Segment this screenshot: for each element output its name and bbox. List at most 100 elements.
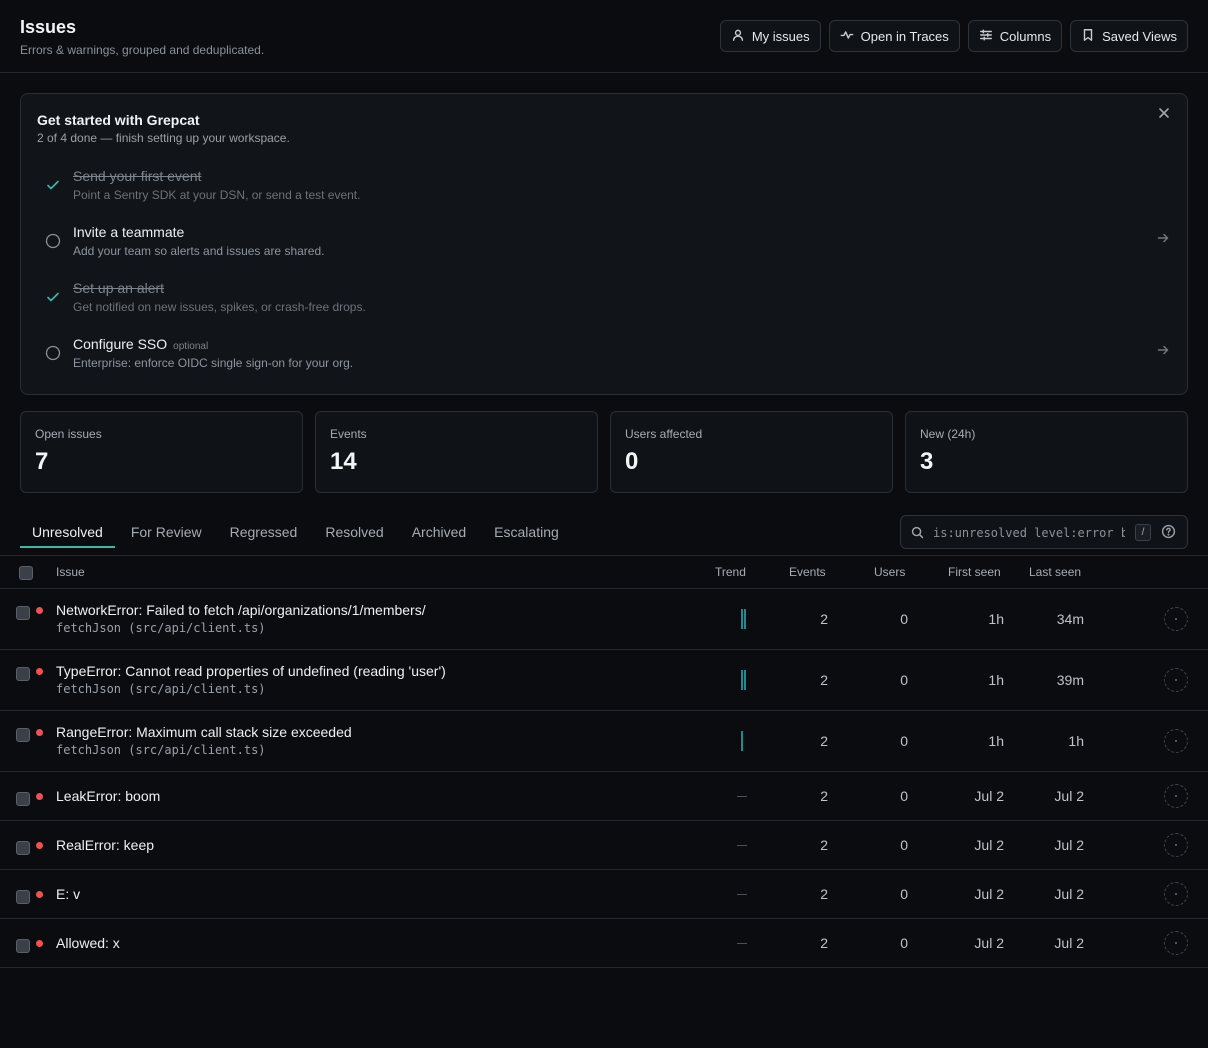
saved-views-button[interactable]: Saved Views — [1070, 20, 1188, 52]
close-onboarding-button[interactable] — [1157, 106, 1175, 124]
columns-label: Columns — [999, 28, 1052, 44]
column-issue[interactable]: Issue — [56, 565, 85, 579]
my-issues-button[interactable]: My issues — [719, 20, 821, 52]
assignee-button[interactable] — [1164, 607, 1188, 631]
stat-label: Users affected — [625, 427, 703, 441]
level-error-dot — [36, 842, 43, 849]
issue-title[interactable]: LeakError: boom — [56, 788, 160, 804]
arrow-right-icon[interactable] — [1157, 344, 1171, 358]
first-seen: 1h — [988, 611, 1004, 627]
issue-tabs: Unresolved For Review Regressed Resolved… — [20, 516, 575, 556]
issue-culprit: fetchJson (src/api/client.ts) — [56, 743, 266, 757]
trend-sparkline — [741, 609, 746, 629]
header-actions: My issues Open in Traces Columns Saved V… — [719, 20, 1188, 52]
table-row[interactable]: RealError: keep 2 0 Jul 2 Jul 2 — [0, 821, 1208, 870]
last-seen: 1h — [1068, 733, 1084, 749]
circle-icon — [45, 345, 61, 361]
stat-users-affected: Users affected 0 — [610, 411, 893, 493]
users-count: 0 — [900, 886, 908, 902]
tab-escalating[interactable]: Escalating — [482, 516, 571, 552]
first-seen: 1h — [988, 672, 1004, 688]
arrow-right-icon[interactable] — [1157, 232, 1171, 246]
tab-regressed[interactable]: Regressed — [218, 516, 310, 552]
trend-bar — [741, 609, 743, 629]
level-error-dot — [36, 729, 43, 736]
table-row[interactable]: RangeError: Maximum call stack size exce… — [0, 711, 1208, 772]
column-events[interactable]: Events — [789, 565, 826, 579]
first-seen: Jul 2 — [974, 788, 1004, 804]
assignee-button[interactable] — [1164, 668, 1188, 692]
saved-views-label: Saved Views — [1102, 28, 1177, 44]
events-count: 2 — [820, 788, 828, 804]
search-input[interactable] — [933, 524, 1125, 542]
select-all-checkbox[interactable] — [19, 566, 33, 580]
check-icon — [45, 177, 61, 193]
trend-bar — [741, 731, 743, 751]
row-checkbox[interactable] — [16, 728, 30, 742]
tab-unresolved[interactable]: Unresolved — [20, 516, 115, 552]
issue-title[interactable]: E: v — [56, 886, 80, 902]
last-seen: Jul 2 — [1054, 837, 1084, 853]
column-trend[interactable]: Trend — [715, 565, 746, 579]
column-users[interactable]: Users — [874, 565, 905, 579]
help-circle-icon[interactable] — [1161, 524, 1177, 540]
onboarding-card: Get started with Grepcat 2 of 4 done — f… — [20, 93, 1188, 395]
onboarding-step-invite-teammate[interactable]: Invite a teammate Add your team so alert… — [37, 224, 1171, 264]
table-row[interactable]: E: v 2 0 Jul 2 Jul 2 — [0, 870, 1208, 919]
columns-button[interactable]: Columns — [967, 20, 1063, 52]
activity-icon — [840, 28, 854, 45]
row-checkbox[interactable] — [16, 890, 30, 904]
tab-resolved[interactable]: Resolved — [313, 516, 395, 552]
issue-title[interactable]: Allowed: x — [56, 935, 120, 951]
row-checkbox[interactable] — [16, 841, 30, 855]
stat-label: New (24h) — [920, 427, 976, 441]
onboarding-step-first-event: Send your first event Point a Sentry SDK… — [37, 168, 1171, 208]
events-count: 2 — [820, 886, 828, 902]
first-seen: 1h — [988, 733, 1004, 749]
open-in-traces-button[interactable]: Open in Traces — [828, 20, 960, 52]
row-checkbox[interactable] — [16, 792, 30, 806]
assignee-button[interactable] — [1164, 784, 1188, 808]
column-first-seen[interactable]: First seen — [948, 565, 1001, 579]
assignee-button[interactable] — [1164, 931, 1188, 955]
issue-title[interactable]: RangeError: Maximum call stack size exce… — [56, 724, 352, 740]
step-title: Invite a teammate — [73, 224, 185, 240]
users-count: 0 — [900, 788, 908, 804]
onboarding-step-alert: Set up an alert Get notified on new issu… — [37, 280, 1171, 320]
last-seen: 39m — [1056, 672, 1084, 688]
assignee-button[interactable] — [1164, 729, 1188, 753]
column-last-seen[interactable]: Last seen — [1029, 565, 1081, 579]
trend-empty — [737, 845, 747, 846]
page-header: Issues Errors & warnings, grouped and de… — [0, 0, 1208, 73]
users-count: 0 — [900, 837, 908, 853]
tab-archived[interactable]: Archived — [400, 516, 478, 552]
sliders-icon — [979, 28, 993, 45]
last-seen: Jul 2 — [1054, 788, 1084, 804]
stat-open-issues: Open issues 7 — [20, 411, 303, 493]
row-checkbox[interactable] — [16, 606, 30, 620]
users-count: 0 — [900, 672, 908, 688]
table-row[interactable]: Allowed: x 2 0 Jul 2 Jul 2 — [0, 919, 1208, 968]
table-row[interactable]: LeakError: boom 2 0 Jul 2 Jul 2 — [0, 772, 1208, 821]
step-title: Set up an alert — [73, 280, 165, 296]
trend-sparkline — [741, 731, 743, 751]
table-row[interactable]: NetworkError: Failed to fetch /api/organ… — [0, 589, 1208, 650]
stat-events: Events 14 — [315, 411, 598, 493]
level-error-dot — [36, 940, 43, 947]
onboarding-step-sso[interactable]: Configure SSO optional Enterprise: enforc… — [37, 336, 1171, 376]
assignee-button[interactable] — [1164, 882, 1188, 906]
row-checkbox[interactable] — [16, 667, 30, 681]
trend-bar — [744, 670, 746, 690]
events-count: 2 — [820, 837, 828, 853]
issue-title[interactable]: NetworkError: Failed to fetch /api/organ… — [56, 602, 426, 618]
optional-badge: optional — [173, 341, 209, 352]
issue-title[interactable]: TypeError: Cannot read properties of und… — [56, 663, 446, 679]
assignee-button[interactable] — [1164, 833, 1188, 857]
row-checkbox[interactable] — [16, 939, 30, 953]
issue-culprit: fetchJson (src/api/client.ts) — [56, 621, 266, 635]
table-row[interactable]: TypeError: Cannot read properties of und… — [0, 650, 1208, 711]
issue-title[interactable]: RealError: keep — [56, 837, 154, 853]
tab-for-review[interactable]: For Review — [119, 516, 214, 552]
table-header: Issue Trend Events Users First seen Last… — [0, 555, 1208, 589]
users-count: 0 — [900, 935, 908, 951]
